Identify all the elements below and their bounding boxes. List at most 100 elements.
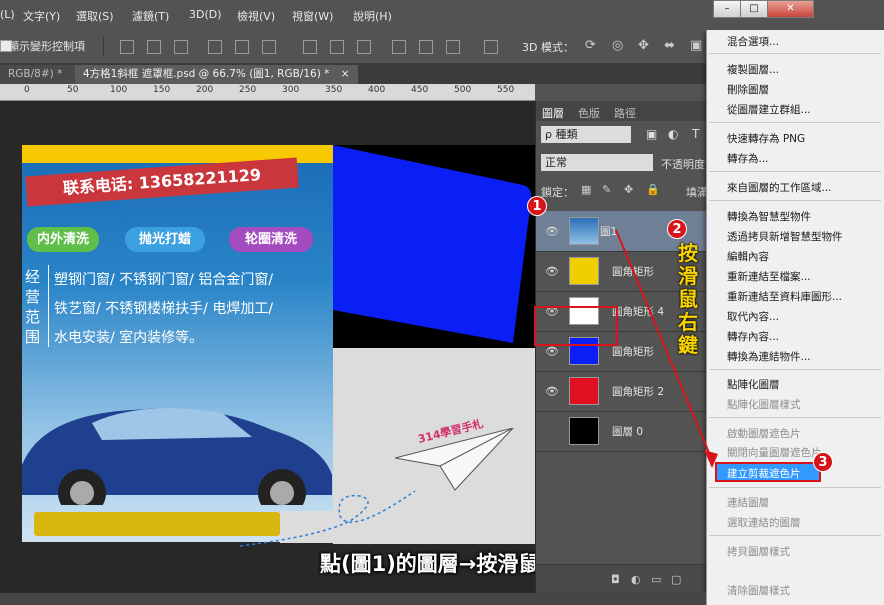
menu-rasterize-style: 點陣化圖層樣式 [727,399,801,411]
panel-tab-strip: 圖層 色版 路徑 [536,101,720,121]
blend-mode-value: 正常 [545,156,567,169]
menu-item-select[interactable]: 選取(S) [76,8,114,24]
visibility-eye-icon[interactable]: 👁 [545,385,559,398]
menu-artboard-from-layers[interactable]: 來自圖層的工作區域... [727,180,832,195]
tab-layers[interactable]: 圖層 [542,105,564,121]
minimize-icon: – [724,3,730,14]
menu-separator [709,417,881,418]
minimize-button[interactable]: – [713,0,741,18]
menu-rasterize-layer[interactable]: 點陣化圖層 [727,377,780,392]
filter-image-icon[interactable]: ▣ [646,127,657,141]
menu-item-3d[interactable]: 3D(D) [189,8,222,21]
menu-convert-smart-object[interactable]: 轉換為智慧型物件 [727,209,811,224]
menu-edit-contents[interactable]: 編輯內容 [727,249,769,264]
distribute-top-icon[interactable] [303,40,317,54]
menu-copy-layer-style: 拷貝圖層樣式 [727,546,790,558]
align-bottom-icon[interactable] [174,40,188,54]
align-top-icon[interactable] [120,40,134,54]
close-window-button[interactable]: ✕ [767,0,814,18]
menu-export-contents[interactable]: 轉存內容... [727,329,779,344]
visibility-eye-icon[interactable]: 👁 [545,345,559,358]
filter-adjust-icon[interactable]: ◐ [668,127,678,141]
menu-create-clipping-mask[interactable]: 建立剪裁遮色片 [715,462,821,482]
menu-separator [709,369,881,370]
align-left-icon[interactable] [208,40,222,54]
menu-disable-vector-mask: 關閉向量圖層遮色片 [727,447,822,459]
menu-relink-file[interactable]: 重新連結至檔案... [727,269,811,284]
lock-move-icon[interactable]: ✥ [624,183,633,196]
add-mask-icon[interactable]: ◘ [611,573,620,586]
lock-pixels-icon[interactable]: ▦ [581,183,591,196]
lock-label: 鎖定： [541,186,574,199]
menu-item-filter[interactable]: 濾鏡(T) [132,8,169,24]
3d-slide-icon[interactable]: ⬌ [664,38,675,53]
menu-blending-options[interactable]: 混合選項... [727,34,779,49]
filter-label: ρ 種類 [545,128,578,141]
3d-mode-label: 3D 模式： [522,41,574,54]
align-vcenter-icon[interactable] [147,40,161,54]
ruler-mark: 400 [368,85,386,95]
tab-paths[interactable]: 路徑 [614,105,636,121]
3d-scale-icon[interactable]: ▣ [690,38,702,53]
lock-all-icon[interactable]: 🔒 [646,183,660,196]
layer-thumbnail [569,217,599,245]
step-badge-1: 1 [527,196,547,216]
distribute-vcenter-icon[interactable] [330,40,344,54]
menu-export-as[interactable]: 轉存為... [727,151,769,166]
menu-quick-export-png[interactable]: 快速轉存為 PNG [727,131,805,146]
menu-relink-library[interactable]: 重新連結至資料庫圖形... [727,289,842,304]
menu-item-help[interactable]: 說明(H) [353,8,392,24]
tab-document-2[interactable]: 4方格1斜框 遮罩框.psd @ 66.7% (圖1, RGB/16) * × [75,65,358,84]
align-right-icon[interactable] [262,40,276,54]
divider-line [48,265,49,347]
menu-replace-contents[interactable]: 取代內容... [727,309,779,324]
menu-create-clipping-mask-label: 建立剪裁遮色片 [727,468,801,480]
distribute-right-icon[interactable] [446,40,460,54]
new-group-icon[interactable]: ▭ [651,573,661,586]
distribute-hcenter-icon[interactable] [419,40,433,54]
adjustment-icon[interactable]: ◐ [631,573,641,586]
menu-group-from-layers[interactable]: 從圖層建立群組... [727,102,811,117]
canvas-area[interactable]: 联系电话: 13658221129 内外清洗 抛光打蜡 轮圈清洗 经营范围 塑钢… [0,101,704,593]
menu-separator [709,200,881,201]
maximize-button[interactable]: □ [740,0,768,18]
menu-delete-layer[interactable]: 刪除圖層 [727,82,769,97]
3d-rotate-icon[interactable]: ⟳ [585,38,596,53]
visibility-eye-icon[interactable]: 👁 [545,265,559,278]
tab-channels[interactable]: 色版 [578,105,600,121]
3d-pan-icon[interactable]: ✥ [638,38,649,53]
layer-thumbnail [569,257,599,285]
opacity-label: 不透明度 [661,158,705,171]
visibility-eye-icon[interactable]: 👁 [545,225,559,238]
blend-mode-select[interactable]: 正常 [541,154,653,171]
ruler-mark: 200 [196,85,214,95]
menu-item-window[interactable]: 視窗(W) [292,8,333,24]
filter-type-icon[interactable]: T [692,127,699,141]
menu-new-smart-object-via-copy[interactable]: 透過拷貝新增智慧型物件 [727,229,843,244]
distribute-bottom-icon[interactable] [357,40,371,54]
3d-roll-icon[interactable]: ◎ [612,38,623,53]
layer-filter-select[interactable]: ρ 種類 [541,126,631,143]
menu-convert-linked[interactable]: 轉換為連結物件... [727,349,811,364]
status-bar [0,593,706,605]
maximize-icon: □ [749,3,759,14]
lock-paint-icon[interactable]: ✎ [602,183,611,196]
tab-label: RGB/8#) * [8,68,63,80]
ruler-mark: 350 [325,85,343,95]
menu-item-type[interactable]: 文字(Y) [23,8,60,24]
layer-thumbnail [569,417,599,445]
ruler-mark: 450 [411,85,429,95]
menu-item-view[interactable]: 檢視(V) [237,8,275,24]
distribute-left-icon[interactable] [392,40,406,54]
ruler-mark: 0 [24,85,30,95]
auto-align-icon[interactable] [484,40,498,54]
menu-separator [709,487,881,488]
tab-close-icon[interactable]: × [341,68,350,80]
layer-context-menu: 混合選項... 複製圖層... 刪除圖層 從圖層建立群組... 快速轉存為 PN… [706,30,884,605]
ruler-mark: 50 [67,85,79,95]
align-hcenter-icon[interactable] [235,40,249,54]
menu-item-layer[interactable]: (L) [0,8,15,21]
menu-duplicate-layer[interactable]: 複製圖層... [727,62,779,77]
new-layer-icon[interactable]: ▢ [671,573,681,586]
ruler-mark: 250 [239,85,257,95]
